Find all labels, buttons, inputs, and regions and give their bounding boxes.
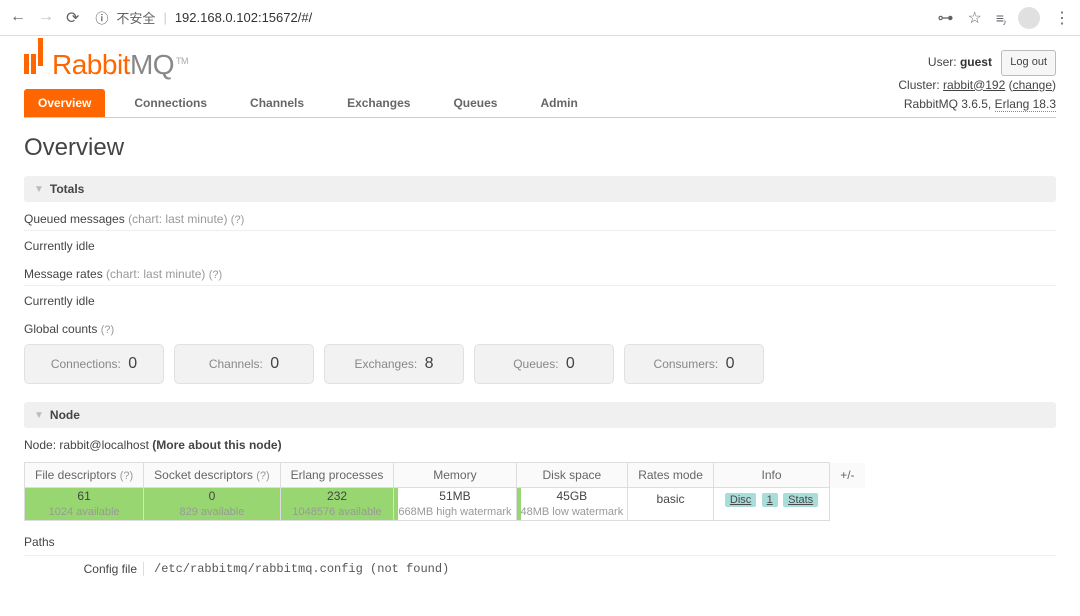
paths-label: Paths	[24, 535, 1056, 549]
count-queues[interactable]: Queues: 0	[474, 344, 614, 384]
back-icon[interactable]: ←	[10, 8, 26, 28]
tab-exchanges[interactable]: Exchanges	[333, 89, 424, 117]
badge-stats[interactable]: Stats	[783, 493, 818, 507]
reload-icon[interactable]: ⟳	[66, 8, 79, 28]
count-exchanges[interactable]: Exchanges: 8	[324, 344, 464, 384]
key-icon[interactable]: ⊶	[937, 8, 953, 28]
tab-overview[interactable]: Overview	[24, 89, 105, 117]
badge-one[interactable]: 1	[762, 493, 778, 507]
node-table: File descriptors (?) Socket descriptors …	[24, 462, 866, 521]
count-channels[interactable]: Channels: 0	[174, 344, 314, 384]
config-row: Config file /etc/rabbitmq/rabbitmq.confi…	[24, 555, 1056, 576]
browser-toolbar: ← → ⟳ ⓘ 不安全 | 192.168.0.102:15672/#/ ⊶ ☆…	[0, 0, 1080, 36]
bookmark-icon[interactable]: ☆	[967, 8, 981, 28]
badge-disc[interactable]: Disc	[725, 493, 756, 507]
tab-admin[interactable]: Admin	[526, 89, 591, 117]
node-name: rabbit@localhost	[59, 438, 149, 452]
logout-button[interactable]: Log out	[1001, 50, 1056, 76]
section-node-header[interactable]: ▼ Node	[24, 402, 1056, 428]
count-buttons: Connections: 0Channels: 0Exchanges: 8Que…	[24, 344, 1056, 384]
cluster-name[interactable]: rabbit@192	[943, 78, 1005, 92]
insecure-label: 不安全	[116, 8, 155, 27]
more-about-node-link[interactable]: (More about this node)	[152, 438, 281, 452]
forward-icon[interactable]: →	[38, 8, 54, 28]
logo-tm: TM	[176, 56, 188, 66]
sd-cell: 0829 available	[144, 488, 281, 521]
section-totals-label: Totals	[50, 182, 84, 196]
rates-mode-cell: basic	[628, 488, 714, 521]
section-node-label: Node	[50, 408, 80, 422]
info-icon[interactable]: ⓘ	[95, 8, 108, 27]
user-label: User:	[928, 55, 957, 69]
config-file-value: /etc/rabbitmq/rabbitmq.config (not found…	[154, 562, 449, 576]
section-totals-header[interactable]: ▼ Totals	[24, 176, 1056, 202]
col-disk: Disk space	[516, 463, 628, 488]
col-mem: Memory	[394, 463, 516, 488]
url-text: 192.168.0.102:15672/#/	[175, 10, 312, 25]
tab-channels[interactable]: Channels	[236, 89, 318, 117]
info-cell: Disc 1 Stats	[713, 488, 829, 521]
logo-mq: MQ	[130, 49, 174, 80]
user-name: guest	[960, 55, 992, 69]
nav-icons: ← → ⟳	[10, 8, 79, 28]
help-icon[interactable]: (?)	[209, 269, 222, 281]
chevron-down-icon: ▼	[34, 410, 44, 421]
ep-cell: 2321048576 available	[280, 488, 394, 521]
erlang-version[interactable]: Erlang 18.3	[995, 97, 1056, 112]
config-file-label: Config file	[24, 562, 144, 576]
toggle-columns[interactable]: +/-	[830, 463, 865, 488]
queued-messages-header: Queued messages (chart: last minute) (?)	[24, 212, 1056, 231]
global-counts-header: Global counts (?)	[24, 322, 1056, 336]
col-fd: File descriptors (?)	[25, 463, 144, 488]
logo-icon	[24, 46, 43, 74]
tab-connections[interactable]: Connections	[120, 89, 221, 117]
count-consumers[interactable]: Consumers: 0	[624, 344, 764, 384]
help-icon[interactable]: (?)	[101, 324, 114, 336]
queued-idle: Currently idle	[24, 239, 1056, 253]
message-rates-header: Message rates (chart: last minute) (?)	[24, 267, 1056, 286]
count-connections[interactable]: Connections: 0	[24, 344, 164, 384]
version-prefix: RabbitMQ 3.6.5,	[904, 97, 991, 111]
col-ep: Erlang processes	[280, 463, 394, 488]
playlist-icon[interactable]: ≡♪	[996, 10, 1004, 26]
col-sd: Socket descriptors (?)	[144, 463, 281, 488]
rates-idle: Currently idle	[24, 294, 1056, 308]
col-info: Info	[713, 463, 829, 488]
mem-cell: 51MB668MB high watermark	[394, 488, 516, 521]
col-rates: Rates mode	[628, 463, 714, 488]
page-title: Overview	[24, 134, 1056, 162]
help-icon[interactable]: (?)	[231, 214, 244, 226]
header-info: User: guest Log out Cluster: rabbit@192 …	[898, 50, 1056, 114]
fd-cell: 611024 available	[25, 488, 144, 521]
node-line: Node: rabbit@localhost (More about this …	[24, 438, 1056, 452]
address-bar[interactable]: ⓘ 不安全 | 192.168.0.102:15672/#/	[87, 8, 929, 27]
avatar[interactable]	[1018, 7, 1040, 29]
chevron-down-icon: ▼	[34, 184, 44, 195]
cluster-label: Cluster:	[898, 78, 939, 92]
disk-cell: 45GB48MB low watermark	[516, 488, 628, 521]
browser-right: ⊶ ☆ ≡♪ ⋮	[937, 7, 1070, 29]
logo-rabbit: Rabbit	[52, 49, 130, 80]
kebab-menu-icon[interactable]: ⋮	[1054, 8, 1070, 28]
change-cluster-link[interactable]: change	[1013, 78, 1052, 92]
tab-queues[interactable]: Queues	[439, 89, 511, 117]
